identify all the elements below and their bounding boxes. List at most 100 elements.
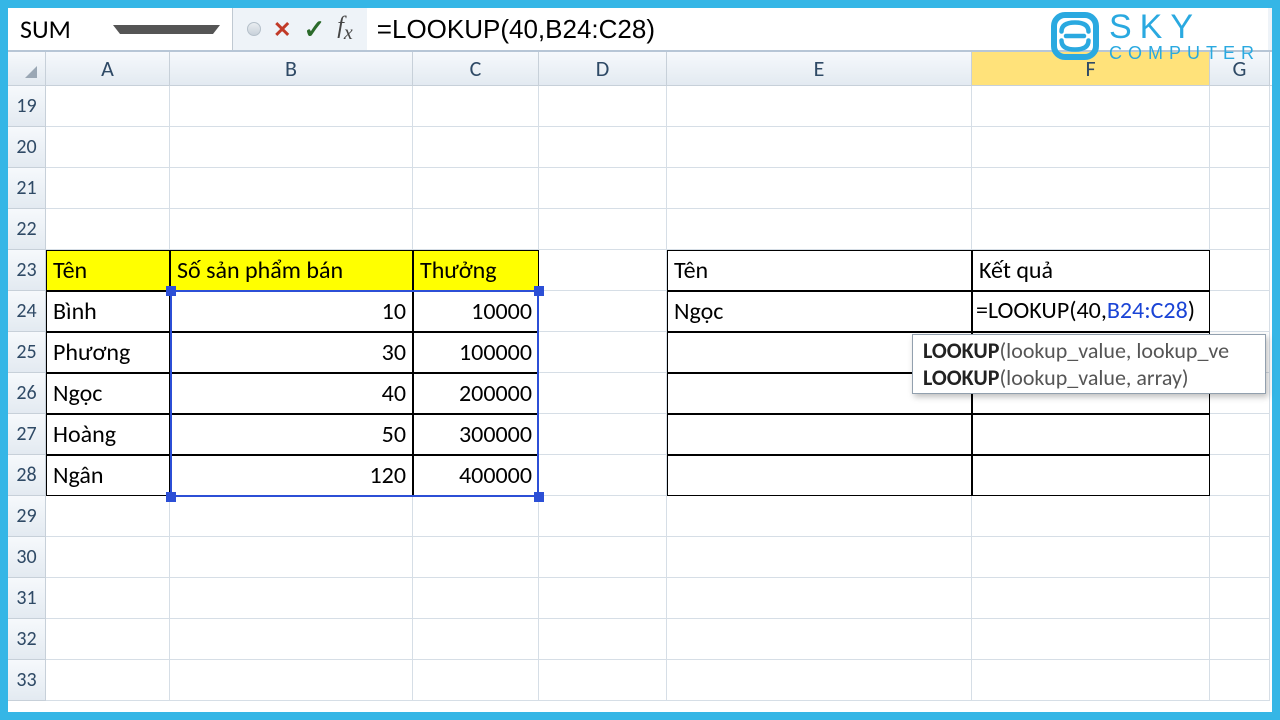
- row-head-21[interactable]: 21: [8, 168, 46, 209]
- cell-A21[interactable]: [46, 168, 170, 209]
- cell-A30[interactable]: [46, 537, 170, 578]
- col-head-F[interactable]: F: [972, 52, 1210, 85]
- row-head-24[interactable]: 24: [8, 291, 46, 332]
- cell-G29[interactable]: [1210, 496, 1270, 537]
- cell-D30[interactable]: [539, 537, 667, 578]
- cell-C31[interactable]: [413, 578, 539, 619]
- row-head-30[interactable]: 30: [8, 537, 46, 578]
- cell-A24[interactable]: Bình: [46, 291, 170, 332]
- col-head-E[interactable]: E: [667, 52, 972, 85]
- cell-C26[interactable]: 200000: [413, 373, 539, 414]
- row-head-31[interactable]: 31: [8, 578, 46, 619]
- cell-E24[interactable]: Ngọc: [667, 291, 972, 332]
- cell-D24[interactable]: [539, 291, 667, 332]
- cell-F28[interactable]: [972, 455, 1210, 496]
- cell-C30[interactable]: [413, 537, 539, 578]
- cell-F29[interactable]: [972, 496, 1210, 537]
- cell-B33[interactable]: [170, 660, 413, 701]
- cell-A19[interactable]: [46, 86, 170, 127]
- cell-F31[interactable]: [972, 578, 1210, 619]
- selection-handle[interactable]: [166, 492, 176, 502]
- cell-A23[interactable]: Tên: [46, 250, 170, 291]
- cell-E20[interactable]: [667, 127, 972, 168]
- grid[interactable]: A B C D E F G 1920212223TênSố sản phẩm b…: [8, 52, 1272, 701]
- cell-A31[interactable]: [46, 578, 170, 619]
- col-head-C[interactable]: C: [413, 52, 539, 85]
- cell-A20[interactable]: [46, 127, 170, 168]
- cell-F21[interactable]: [972, 168, 1210, 209]
- cell-D22[interactable]: [539, 209, 667, 250]
- fx-icon[interactable]: fx: [337, 13, 353, 45]
- cell-A25[interactable]: Phương: [46, 332, 170, 373]
- col-head-A[interactable]: A: [46, 52, 170, 85]
- cell-B22[interactable]: [170, 209, 413, 250]
- cell-F19[interactable]: [972, 86, 1210, 127]
- row-head-27[interactable]: 27: [8, 414, 46, 455]
- cell-D28[interactable]: [539, 455, 667, 496]
- col-head-D[interactable]: D: [539, 52, 667, 85]
- cell-B25[interactable]: 30: [170, 332, 413, 373]
- cell-C27[interactable]: 300000: [413, 414, 539, 455]
- cell-F32[interactable]: [972, 619, 1210, 660]
- cell-F20[interactable]: [972, 127, 1210, 168]
- cell-G33[interactable]: [1210, 660, 1270, 701]
- cell-G28[interactable]: [1210, 455, 1270, 496]
- cell-E33[interactable]: [667, 660, 972, 701]
- col-head-B[interactable]: B: [170, 52, 413, 85]
- cell-A26[interactable]: Ngọc: [46, 373, 170, 414]
- cell-F24-editing[interactable]: =LOOKUP(40,B24:C28): [976, 296, 1195, 325]
- cell-D27[interactable]: [539, 414, 667, 455]
- row-head-25[interactable]: 25: [8, 332, 46, 373]
- row-head-22[interactable]: 22: [8, 209, 46, 250]
- cell-B27[interactable]: 50: [170, 414, 413, 455]
- cell-C32[interactable]: [413, 619, 539, 660]
- cell-B19[interactable]: [170, 86, 413, 127]
- formula-input[interactable]: [367, 8, 1268, 50]
- row-head-20[interactable]: 20: [8, 127, 46, 168]
- cell-B32[interactable]: [170, 619, 413, 660]
- cell-C28[interactable]: 400000: [413, 455, 539, 496]
- cell-D23[interactable]: [539, 250, 667, 291]
- cell-E19[interactable]: [667, 86, 972, 127]
- selection-handle[interactable]: [534, 286, 544, 296]
- cell-F22[interactable]: [972, 209, 1210, 250]
- cell-C19[interactable]: [413, 86, 539, 127]
- selection-handle[interactable]: [534, 492, 544, 502]
- cell-D26[interactable]: [539, 373, 667, 414]
- name-box[interactable]: SUM: [8, 8, 233, 50]
- cell-E32[interactable]: [667, 619, 972, 660]
- cell-G30[interactable]: [1210, 537, 1270, 578]
- cell-G32[interactable]: [1210, 619, 1270, 660]
- row-head-29[interactable]: 29: [8, 496, 46, 537]
- cell-D25[interactable]: [539, 332, 667, 373]
- cell-B28[interactable]: 120: [170, 455, 413, 496]
- accept-icon[interactable]: ✓: [303, 13, 325, 45]
- cell-F23[interactable]: Kết quả: [972, 250, 1210, 291]
- cell-E22[interactable]: [667, 209, 972, 250]
- row-head-26[interactable]: 26: [8, 373, 46, 414]
- cell-G24[interactable]: [1210, 291, 1270, 332]
- cell-G27[interactable]: [1210, 414, 1270, 455]
- cell-D19[interactable]: [539, 86, 667, 127]
- cell-A27[interactable]: Hoàng: [46, 414, 170, 455]
- cell-E23[interactable]: Tên: [667, 250, 972, 291]
- cell-G20[interactable]: [1210, 127, 1270, 168]
- cell-B24[interactable]: 10: [170, 291, 413, 332]
- cell-B29[interactable]: [170, 496, 413, 537]
- cell-B30[interactable]: [170, 537, 413, 578]
- row-head-23[interactable]: 23: [8, 250, 46, 291]
- cell-F30[interactable]: [972, 537, 1210, 578]
- cell-B31[interactable]: [170, 578, 413, 619]
- cell-C24[interactable]: 10000: [413, 291, 539, 332]
- row-head-33[interactable]: 33: [8, 660, 46, 701]
- cell-E21[interactable]: [667, 168, 972, 209]
- cell-G22[interactable]: [1210, 209, 1270, 250]
- name-box-dropdown-icon[interactable]: [113, 25, 220, 34]
- cell-E29[interactable]: [667, 496, 972, 537]
- cell-C25[interactable]: 100000: [413, 332, 539, 373]
- cell-C29[interactable]: [413, 496, 539, 537]
- cell-G19[interactable]: [1210, 86, 1270, 127]
- cell-D29[interactable]: [539, 496, 667, 537]
- cell-D21[interactable]: [539, 168, 667, 209]
- cell-A29[interactable]: [46, 496, 170, 537]
